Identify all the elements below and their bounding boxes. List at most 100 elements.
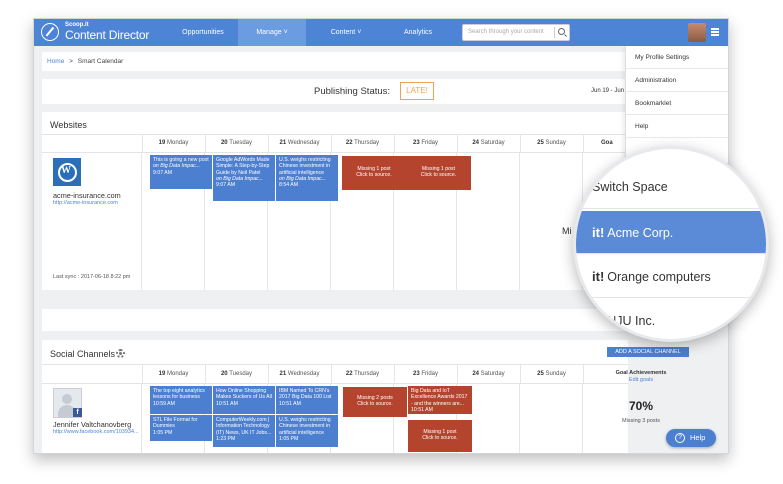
post-time: 10:51 AM bbox=[279, 400, 301, 407]
space-item-nju[interactable]: it! NJU Inc. bbox=[576, 299, 766, 339]
hamburger-menu-icon[interactable] bbox=[711, 28, 719, 36]
screenshot-stage: Scoop.it Content Director Opportunities … bbox=[0, 0, 783, 484]
help-button[interactable]: ? Help bbox=[666, 429, 716, 447]
search-input[interactable]: Search through your content bbox=[462, 24, 570, 41]
space-name: NJU Inc. bbox=[607, 314, 656, 328]
missing-post-card[interactable]: Missing 2 posts Click to source. bbox=[343, 387, 407, 417]
scoopit-icon: it! bbox=[592, 313, 605, 328]
search-icon[interactable] bbox=[558, 28, 565, 35]
menu-item-administration[interactable]: Administration bbox=[626, 69, 728, 92]
breadcrumb-home[interactable]: Home bbox=[47, 58, 64, 65]
nav-analytics[interactable]: Analytics bbox=[386, 19, 450, 46]
late-status-badge: LATE! bbox=[400, 82, 434, 100]
nav-opportunities[interactable]: Opportunities bbox=[169, 19, 237, 46]
goal-missing: Missing 3 posts bbox=[622, 418, 660, 424]
brand-logo[interactable]: Scoop.it Content Director bbox=[41, 22, 181, 43]
top-nav: Scoop.it Content Director Opportunities … bbox=[34, 19, 728, 46]
nav-content[interactable]: Content ˅ bbox=[307, 19, 385, 46]
post-card[interactable]: How Online Shopping Makes Suckers of Us … bbox=[213, 386, 275, 414]
nav-label: Opportunities bbox=[182, 29, 224, 36]
space-name: Orange computers bbox=[607, 270, 711, 284]
day-header: Goa bbox=[583, 134, 628, 152]
day-header: 20 Tuesday bbox=[205, 134, 267, 152]
post-time: 10:51 AM bbox=[216, 400, 238, 407]
post-title: STL File Format for Dummies bbox=[153, 417, 198, 430]
nav-manage[interactable]: Manage ˅ bbox=[238, 19, 306, 46]
column-line bbox=[582, 383, 583, 453]
post-card[interactable]: STL File Format for Dummies 1:05 PM bbox=[150, 415, 212, 441]
post-time: 10:59 AM bbox=[153, 400, 175, 407]
nav-label: Analytics bbox=[403, 29, 432, 36]
click-to-source: Click to source. bbox=[422, 435, 458, 442]
publishing-status-bar: Publishing Status: LATE! Jun 19 - Jun 25 bbox=[42, 79, 632, 104]
post-card[interactable]: The top eight analytics lessons for busi… bbox=[150, 386, 212, 414]
empty-section bbox=[42, 309, 628, 331]
search-divider bbox=[554, 27, 555, 38]
post-title: Big Data and IoT Excellence Awards 2017 … bbox=[411, 388, 468, 407]
switch-space-magnifier: Switch Space it! Acme Corp. it! Orange com… bbox=[573, 146, 769, 342]
breadcrumb: Home > Smart Calendar bbox=[42, 52, 628, 71]
missing-post-card[interactable]: Missing 1 post Click to source. bbox=[342, 156, 406, 190]
chevron-down-icon: ˅ bbox=[357, 29, 362, 36]
missing-post-card[interactable]: Missing 1 post Click to source. bbox=[408, 420, 472, 452]
column-line bbox=[141, 152, 142, 290]
column-line bbox=[519, 152, 520, 290]
wordpress-logo-icon bbox=[53, 158, 81, 186]
post-card[interactable]: This is going a new post on Big Data Imp… bbox=[150, 155, 212, 189]
websites-title: Websites bbox=[50, 120, 87, 130]
day-header: 25 Sunday bbox=[520, 134, 582, 152]
gear-icon[interactable] bbox=[116, 349, 125, 358]
post-card[interactable]: U.S. weighs restricting Chinese investme… bbox=[276, 155, 338, 201]
switch-space-heading: Switch Space bbox=[576, 166, 766, 209]
scoopit-icon: it! bbox=[592, 269, 605, 284]
day-header: 21 Wednesday bbox=[268, 134, 330, 152]
missing-post-card[interactable]: Missing 1 post Click to source. bbox=[406, 156, 471, 190]
post-card[interactable]: Google AdWords Made Simple: A Step-by-St… bbox=[213, 155, 275, 201]
post-title: The top eight analytics lessons for busi… bbox=[153, 388, 205, 401]
day-header: 20 Tuesday bbox=[205, 365, 267, 383]
menu-item-profile-settings[interactable]: My Profile Settings bbox=[626, 46, 728, 69]
post-card[interactable]: IBM Named To CRN's 2017 Big Data 100 Lis… bbox=[276, 386, 338, 414]
compass-icon bbox=[41, 23, 59, 41]
post-title: IBM Named To CRN's 2017 Big Data 100 Lis… bbox=[279, 388, 332, 401]
facebook-icon: f bbox=[73, 408, 82, 417]
post-card[interactable]: Big Data and IoT Excellence Awards 2017 … bbox=[408, 386, 472, 414]
day-header: 19 Monday bbox=[142, 365, 204, 383]
goal-achievements-title: Goal Achievements bbox=[615, 370, 667, 376]
help-label: Help bbox=[690, 433, 706, 442]
social-channels-title: Social Channels bbox=[50, 349, 116, 359]
social-account-name: Jennifer Valtchanovberg bbox=[53, 420, 132, 429]
search-placeholder: Search through your content bbox=[468, 29, 544, 35]
space-item-orange[interactable]: it! Orange computers bbox=[576, 255, 766, 298]
post-card[interactable]: ComputerWeekly.com | Information Technol… bbox=[213, 415, 275, 447]
day-header: 19 Monday bbox=[142, 134, 204, 152]
edit-goals-link[interactable]: Edit goals bbox=[596, 377, 686, 383]
column-line bbox=[519, 383, 520, 453]
day-header: 23 Friday bbox=[394, 365, 456, 383]
menu-item-bookmarklet[interactable]: Bookmarklet bbox=[626, 92, 728, 115]
divider bbox=[42, 383, 628, 384]
chevron-down-icon: ˅ bbox=[283, 29, 288, 36]
post-time: 10:51 AM bbox=[411, 406, 433, 413]
day-header: 22 Thursday bbox=[331, 365, 393, 383]
user-avatar[interactable] bbox=[688, 23, 706, 42]
post-time: 1:05 PM bbox=[153, 429, 173, 436]
day-header: 25 Sunday bbox=[520, 365, 582, 383]
day-header: 24 Saturday bbox=[457, 134, 519, 152]
post-time: 8:54 AM bbox=[279, 182, 299, 189]
space-item-acme[interactable]: it! Acme Corp. bbox=[576, 211, 766, 254]
menu-item-help[interactable]: Help bbox=[626, 115, 728, 138]
add-social-channel-button[interactable]: ADD A SOCIAL CHANNEL bbox=[607, 347, 689, 357]
post-title: U.S. weighs restricting Chinese investme… bbox=[279, 417, 331, 436]
social-account-url[interactable]: http://www.facebook.com/103934... bbox=[53, 429, 139, 435]
day-header: 23 Friday bbox=[394, 134, 456, 152]
click-to-source: Click to source. bbox=[357, 401, 393, 408]
post-card[interactable]: U.S. weighs restricting Chinese investme… bbox=[276, 415, 338, 447]
nav-label: Content bbox=[330, 29, 356, 36]
scoopit-icon: it! bbox=[592, 225, 605, 240]
day-header: 22 Thursday bbox=[331, 134, 393, 152]
website-account-url[interactable]: http://acme-insurance.com bbox=[53, 200, 118, 206]
website-account-name: acme-insurance.com bbox=[53, 191, 121, 200]
day-header: 21 Wednesday bbox=[268, 365, 330, 383]
post-time: 9:07 AM bbox=[153, 169, 173, 176]
